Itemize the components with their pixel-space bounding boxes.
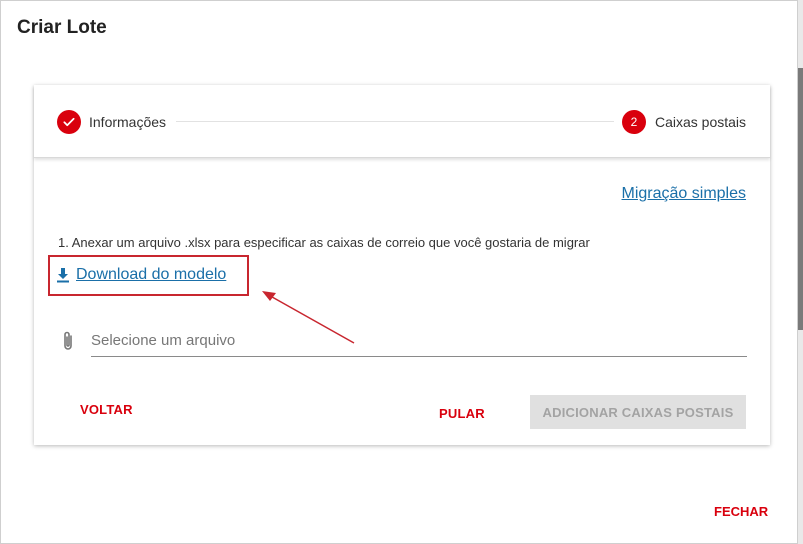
create-batch-dialog: Criar Lote Informações 2 Caixas postais … xyxy=(0,0,798,544)
paperclip-icon[interactable] xyxy=(60,330,76,352)
stepper-connector xyxy=(176,121,614,122)
step-caixas-postais-label[interactable]: Caixas postais xyxy=(655,114,746,130)
download-icon xyxy=(57,268,69,283)
download-template-label[interactable]: Download do modelo xyxy=(76,266,226,284)
simple-migration-link[interactable]: Migração simples xyxy=(622,185,746,203)
file-select-placeholder: Selecione um arquivo xyxy=(91,332,236,349)
step-completed-check-icon xyxy=(57,110,81,134)
scrollbar-thumb[interactable] xyxy=(798,68,803,330)
step-number-badge: 2 xyxy=(622,110,646,134)
back-button[interactable]: VOLTAR xyxy=(80,402,133,417)
add-mailboxes-button[interactable]: ADICIONAR CAIXAS POSTAIS xyxy=(530,395,746,429)
close-button[interactable]: FECHAR xyxy=(714,504,768,519)
step-informacoes-label[interactable]: Informações xyxy=(89,114,166,130)
file-select-input[interactable]: Selecione um arquivo xyxy=(91,329,747,357)
download-template-link[interactable]: Download do modelo xyxy=(56,266,226,284)
check-icon xyxy=(63,117,75,127)
annotation-arrow xyxy=(262,291,355,344)
scrollbar[interactable] xyxy=(798,0,803,544)
stepper: Informações 2 Caixas postais xyxy=(34,85,770,158)
dialog-title: Criar Lote xyxy=(17,17,107,38)
skip-button[interactable]: PULAR xyxy=(439,406,485,421)
attach-instruction: 1. Anexar um arquivo .xlsx para especifi… xyxy=(58,235,590,250)
batch-card: Informações 2 Caixas postais Migração si… xyxy=(34,85,770,445)
